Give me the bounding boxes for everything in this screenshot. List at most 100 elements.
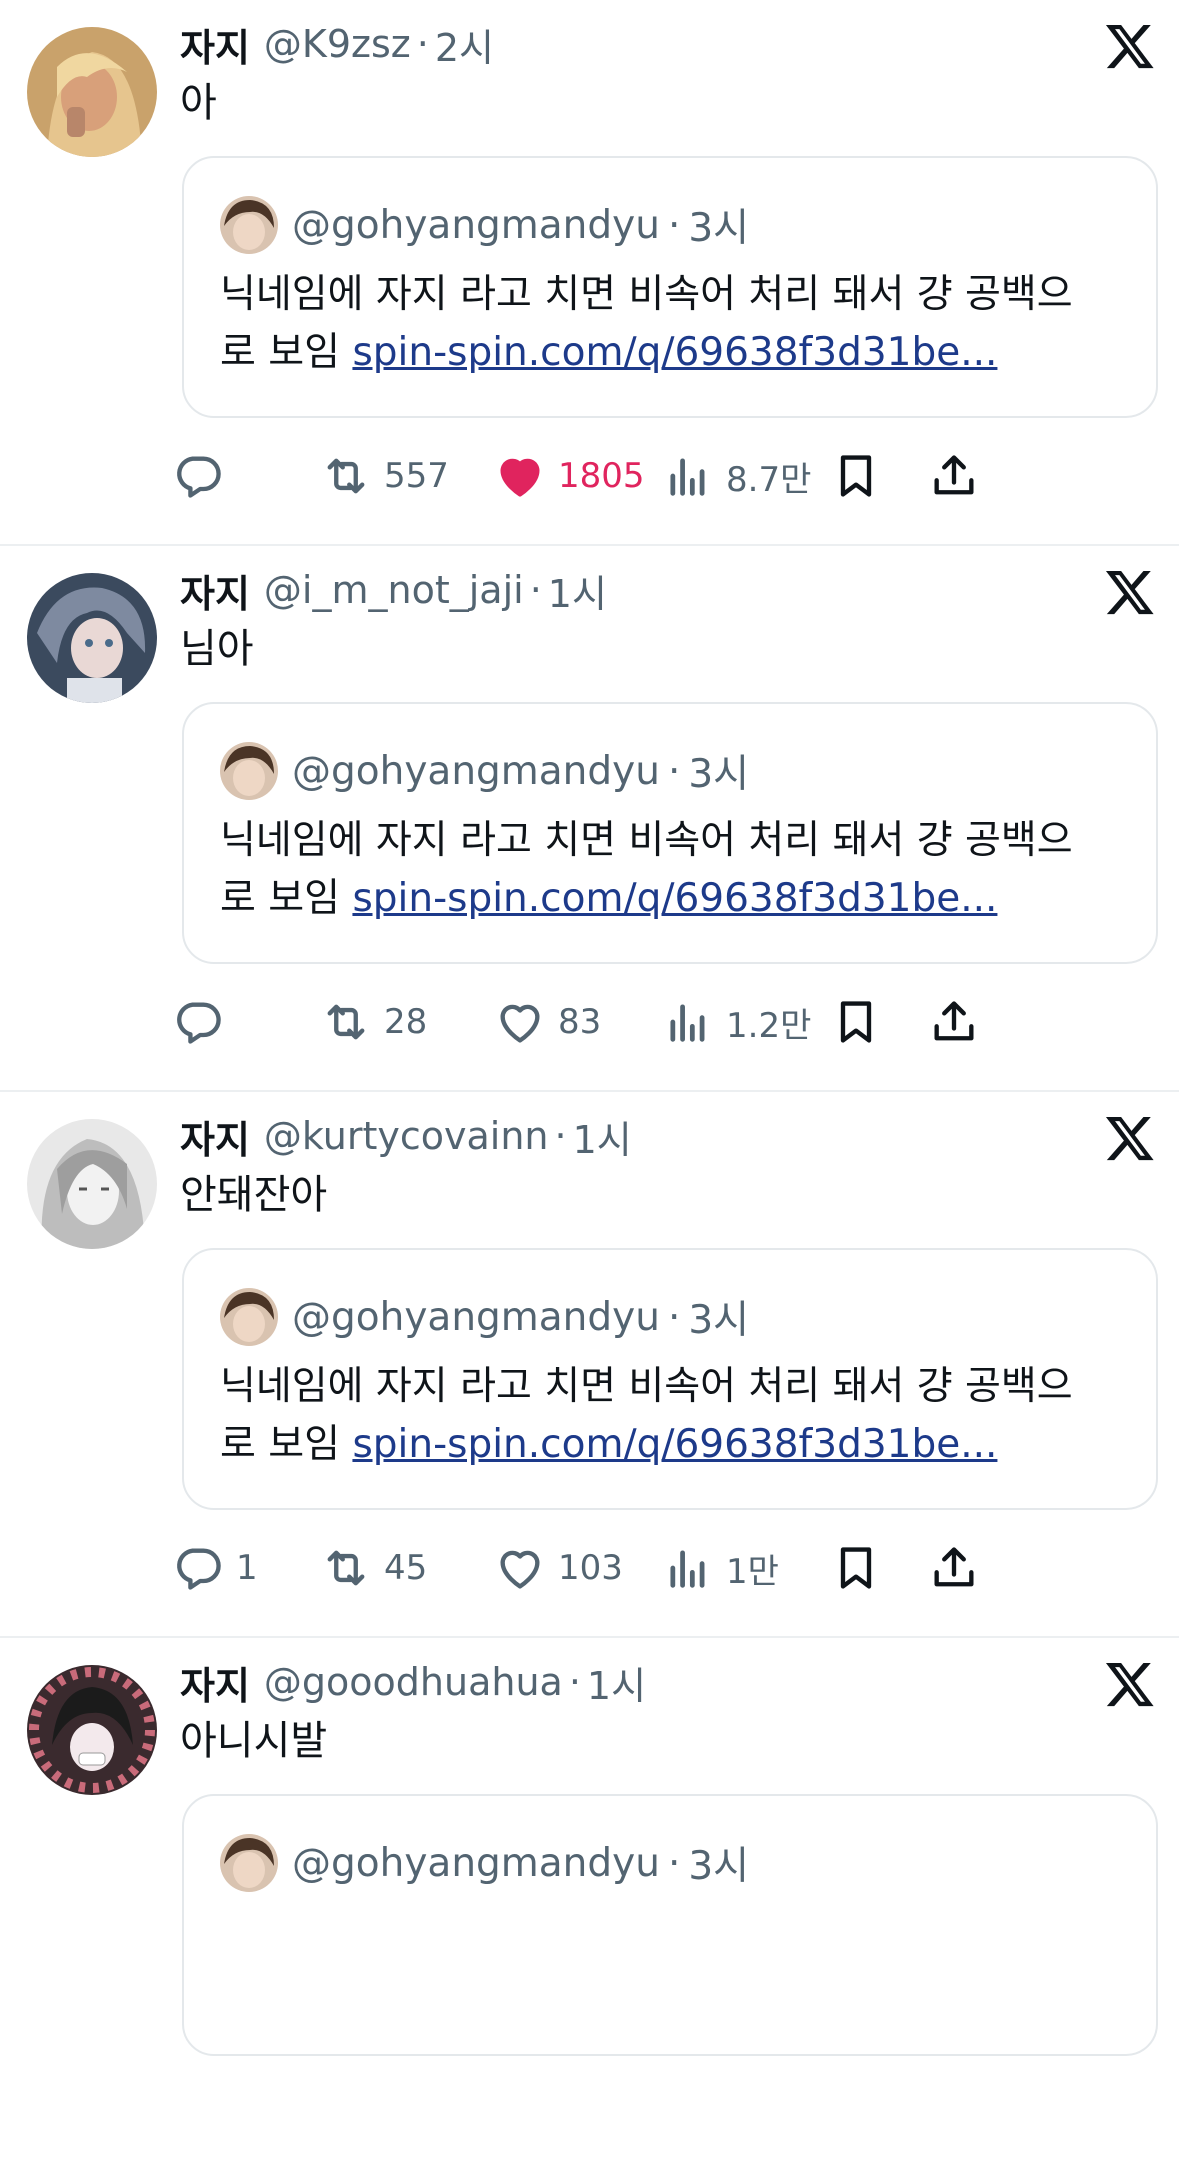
like-icon bbox=[500, 1550, 540, 1589]
timestamp[interactable]: 1시 bbox=[587, 1655, 646, 1710]
separator-dot: · bbox=[667, 1840, 681, 1886]
tweet[interactable]: 자지 @i_m_not_jaji · 1시 님아 @gohyangmandyu … bbox=[0, 546, 1179, 1092]
quoted-header: @gohyangmandyu · 3시 bbox=[292, 196, 749, 254]
reply-icon bbox=[177, 1002, 221, 1044]
x-logo-icon bbox=[1104, 1112, 1156, 1164]
share-button[interactable] bbox=[928, 1536, 980, 1600]
quoted-link[interactable]: spin-spin.com/q/69638f3d31be... bbox=[352, 1422, 997, 1467]
bookmark-icon bbox=[840, 1001, 872, 1043]
display-name[interactable]: 자지 bbox=[180, 563, 250, 618]
quoted-link[interactable]: spin-spin.com/q/69638f3d31be... bbox=[352, 330, 997, 375]
retweet-icon bbox=[327, 458, 365, 494]
reply-button[interactable] bbox=[172, 990, 236, 1054]
share-icon bbox=[934, 455, 974, 495]
views-button[interactable]: 1만 bbox=[662, 1536, 779, 1600]
quoted-link[interactable]: spin-spin.com/q/69638f3d31be... bbox=[352, 876, 997, 921]
display-name[interactable]: 자지 bbox=[180, 17, 250, 72]
views-icon bbox=[670, 458, 705, 496]
share-button[interactable] bbox=[928, 444, 980, 508]
quoted-avatar bbox=[220, 196, 278, 254]
like-count: 103 bbox=[558, 1548, 623, 1588]
tweet[interactable]: 자지 @gooodhuahua · 1시 아니시발 @gohyangmandyu… bbox=[0, 1638, 1179, 2184]
display-name[interactable]: 자지 bbox=[180, 1655, 250, 1710]
reply-count: 1 bbox=[236, 1548, 258, 1588]
quoted-text: 닉네임에 자지 라고 치면 비속어 처리 돼서 걍 공백으 로 보임 spin-s… bbox=[220, 1364, 1073, 1467]
views-icon bbox=[670, 1004, 705, 1042]
avatar[interactable] bbox=[27, 27, 157, 157]
display-name[interactable]: 자지 bbox=[180, 1109, 250, 1164]
like-count: 83 bbox=[558, 1002, 602, 1042]
quoted-tweet[interactable]: @gohyangmandyu · 3시 닉네임에 자지 라고 치면 비속어 처리… bbox=[182, 1248, 1158, 1510]
quoted-tweet[interactable]: @gohyangmandyu · 3시 닉네임에 자지 라고 치면 비속어 처리… bbox=[182, 702, 1158, 964]
quoted-handle: @gohyangmandyu bbox=[292, 1294, 660, 1340]
retweet-button[interactable]: 45 bbox=[320, 1536, 427, 1600]
like-icon bbox=[500, 1004, 540, 1043]
views-count: 8.7만 bbox=[726, 459, 812, 500]
views-icon bbox=[670, 1550, 705, 1588]
quoted-handle: @gohyangmandyu bbox=[292, 202, 660, 248]
tweet-header: 자지 @K9zsz · 2시 bbox=[180, 16, 494, 72]
user-handle[interactable]: @kurtycovainn bbox=[264, 1114, 549, 1158]
quoted-timestamp: 3시 bbox=[688, 752, 750, 797]
separator-dot: · bbox=[667, 1294, 681, 1340]
tweet-text: 아 bbox=[180, 80, 217, 126]
tweet-text: 님아 bbox=[180, 626, 254, 672]
quoted-header: @gohyangmandyu · 3시 bbox=[292, 1834, 749, 1892]
avatar[interactable] bbox=[27, 573, 157, 703]
x-logo-icon bbox=[1104, 566, 1156, 618]
retweet-button[interactable]: 28 bbox=[320, 990, 427, 1054]
separator-dot: · bbox=[554, 1114, 567, 1158]
avatar[interactable] bbox=[27, 1119, 157, 1249]
like-count: 1805 bbox=[558, 456, 645, 496]
retweet-icon bbox=[327, 1550, 365, 1586]
tweet-text: 아니시발 bbox=[180, 1718, 328, 1764]
bookmark-button[interactable] bbox=[830, 1536, 882, 1600]
bookmark-icon bbox=[840, 1547, 872, 1589]
retweet-count: 557 bbox=[384, 456, 449, 496]
quoted-text: 닉네임에 자지 라고 치면 비속어 처리 돼서 걍 공백으 로 보임 spin-s… bbox=[220, 818, 1073, 921]
reply-icon bbox=[177, 456, 221, 498]
share-button[interactable] bbox=[928, 990, 980, 1054]
separator-dot: · bbox=[667, 748, 681, 794]
action-bar: 28 83 1.2만 bbox=[177, 990, 1160, 1054]
quoted-header: @gohyangmandyu · 3시 bbox=[292, 1288, 749, 1346]
action-bar: 1 45 103 1만 bbox=[177, 1536, 1160, 1600]
share-icon bbox=[934, 1547, 974, 1587]
bookmark-button[interactable] bbox=[830, 444, 882, 508]
bookmark-button[interactable] bbox=[830, 990, 882, 1054]
views-button[interactable]: 1.2만 bbox=[662, 990, 811, 1054]
views-button[interactable]: 8.7만 bbox=[662, 444, 811, 508]
quoted-handle: @gohyangmandyu bbox=[292, 1840, 660, 1886]
like-button[interactable]: 103 bbox=[494, 1536, 623, 1600]
quoted-tweet[interactable]: @gohyangmandyu · 3시 닉네임에 자지 라고 치면 비속어 처리… bbox=[182, 156, 1158, 418]
like-button[interactable]: 83 bbox=[494, 990, 601, 1054]
tweet[interactable]: 자지 @kurtycovainn · 1시 안돼잔아 @gohyangmandy… bbox=[0, 1092, 1179, 1638]
user-handle[interactable]: @gooodhuahua bbox=[264, 1660, 563, 1704]
separator-dot: · bbox=[529, 568, 542, 612]
reply-button[interactable] bbox=[172, 444, 236, 508]
quoted-handle: @gohyangmandyu bbox=[292, 748, 660, 794]
separator-dot: · bbox=[667, 202, 681, 248]
tweet-header: 자지 @i_m_not_jaji · 1시 bbox=[180, 562, 607, 618]
views-count: 1.2만 bbox=[726, 1005, 812, 1046]
bookmark-icon bbox=[840, 455, 872, 497]
separator-dot: · bbox=[416, 22, 429, 66]
quoted-timestamp: 3시 bbox=[688, 206, 750, 251]
user-handle[interactable]: @K9zsz bbox=[264, 22, 411, 66]
retweet-button[interactable]: 557 bbox=[320, 444, 449, 508]
tweet[interactable]: 자지 @K9zsz · 2시 아 @gohyangmandyu · 3시 닉네임… bbox=[0, 0, 1179, 546]
quoted-text: 닉네임에 자지 라고 치면 비속어 처리 돼서 걍 공백으 로 보임 spin-s… bbox=[220, 272, 1073, 375]
timestamp[interactable]: 1시 bbox=[548, 563, 607, 618]
quoted-timestamp: 3시 bbox=[688, 1844, 750, 1889]
share-icon bbox=[934, 1001, 974, 1041]
like-icon bbox=[500, 458, 540, 497]
user-handle[interactable]: @i_m_not_jaji bbox=[264, 568, 524, 612]
timestamp[interactable]: 1시 bbox=[573, 1109, 632, 1164]
like-button[interactable]: 1805 bbox=[494, 444, 645, 508]
quoted-timestamp: 3시 bbox=[688, 1298, 750, 1343]
quoted-tweet[interactable]: @gohyangmandyu · 3시 bbox=[182, 1794, 1158, 2056]
avatar[interactable] bbox=[27, 1665, 157, 1795]
reply-button[interactable]: 1 bbox=[172, 1536, 258, 1600]
tweet-text: 안돼잔아 bbox=[180, 1172, 328, 1218]
timestamp[interactable]: 2시 bbox=[435, 17, 494, 72]
